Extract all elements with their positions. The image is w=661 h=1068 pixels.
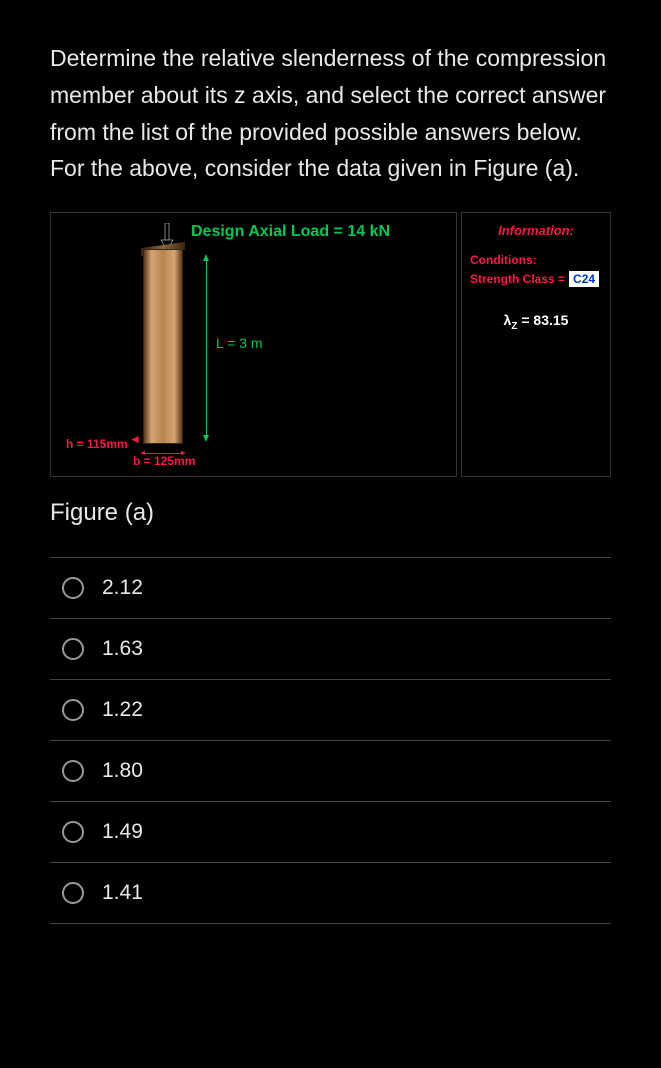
option-row[interactable]: 1.22 <box>50 680 611 741</box>
option-label: 1.80 <box>102 759 143 783</box>
question-text: Determine the relative slenderness of th… <box>50 40 611 187</box>
strength-class-value: C24 <box>569 271 599 287</box>
info-title: Information: <box>470 223 602 238</box>
b-dimension-label: b = 125mm <box>133 454 195 468</box>
strength-class-label: Strength Class = <box>470 272 565 286</box>
radio-icon <box>62 638 84 660</box>
h-dimension-label: h = 115mm <box>66 437 128 451</box>
option-row[interactable]: 1.49 <box>50 802 611 863</box>
conditions-label: Conditions: <box>470 253 602 267</box>
info-panel: Information: Conditions: Strength Class … <box>461 212 611 477</box>
radio-icon <box>62 760 84 782</box>
axial-load-label: Design Axial Load = 14 kN <box>191 223 390 241</box>
figure-container: Design Axial Load = 14 kN L = 3 m h = 11… <box>50 212 611 477</box>
figure-caption: Figure (a) <box>50 499 611 527</box>
option-label: 1.63 <box>102 637 143 661</box>
option-label: 1.22 <box>102 698 143 722</box>
option-row[interactable]: 1.80 <box>50 741 611 802</box>
option-row[interactable]: 1.63 <box>50 619 611 680</box>
option-row[interactable]: 1.41 <box>50 863 611 924</box>
option-row[interactable]: 2.12 <box>50 558 611 619</box>
length-label: L = 3 m <box>216 335 263 351</box>
options-list: 2.12 1.63 1.22 1.80 1.49 1.41 <box>50 557 611 924</box>
radio-icon <box>62 821 84 843</box>
length-indicator-icon <box>206 258 207 438</box>
beam <box>143 249 183 444</box>
lambda-equation: λZ = 83.15 <box>470 312 602 332</box>
radio-icon <box>62 699 84 721</box>
h-arrow-icon: ◄ <box>129 432 141 446</box>
figure-diagram: Design Axial Load = 14 kN L = 3 m h = 11… <box>50 212 457 477</box>
strength-class: Strength Class = C24 <box>470 271 602 287</box>
radio-icon <box>62 577 84 599</box>
lambda-value: = 83.15 <box>517 312 568 328</box>
radio-icon <box>62 882 84 904</box>
option-label: 1.41 <box>102 881 143 905</box>
option-label: 2.12 <box>102 576 143 600</box>
option-label: 1.49 <box>102 820 143 844</box>
